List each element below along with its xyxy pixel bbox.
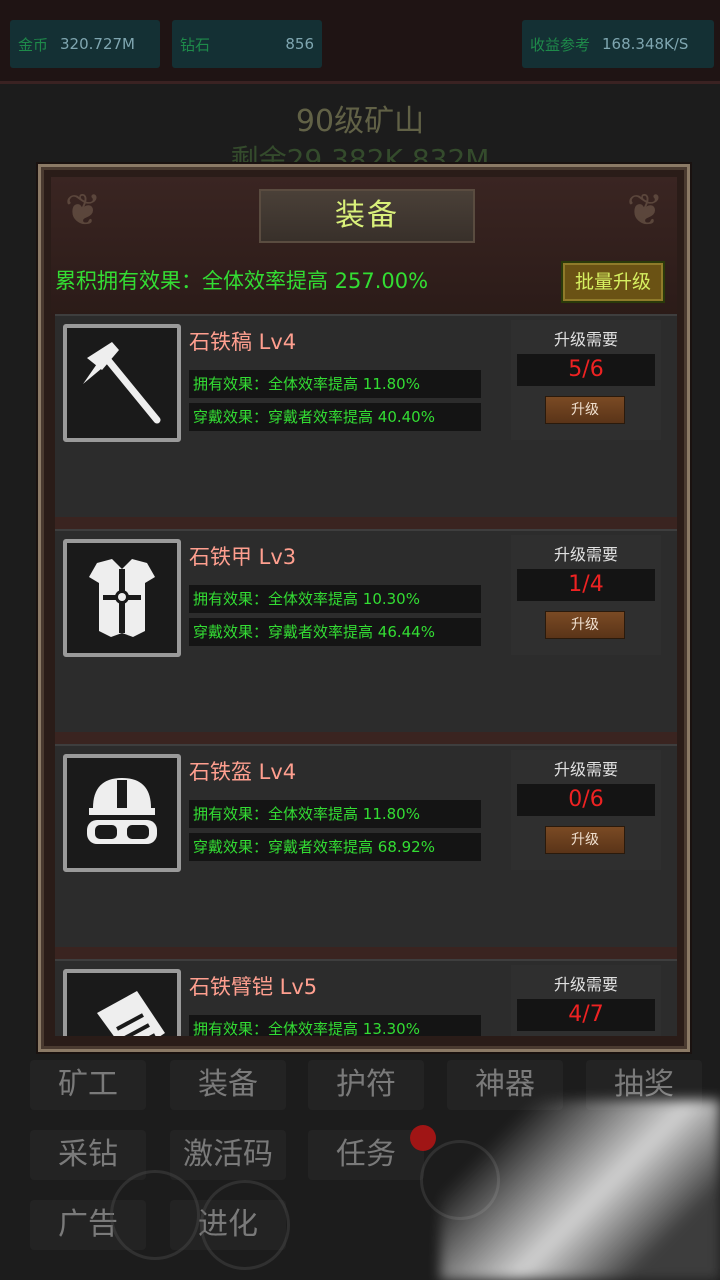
equipment-name: 石铁臂铠 Lv5 [189,975,318,999]
own-effect: 拥有效果：全体效率提高 11.80% [189,370,481,398]
armor-icon [63,539,181,657]
helmet-icon [63,754,181,872]
wear-effect: 穿戴效果：穿戴者效率提高 68.92% [189,833,481,861]
equipment-card: 石铁臂铠 Lv5 拥有效果：全体效率提高 13.30% 升级需要 4/7 [55,959,677,1036]
gold-label: 金币 [18,35,49,54]
menu-tasks-button[interactable]: 任务 [308,1130,424,1180]
card-divider [55,947,677,959]
diamond-counter: 钻石 856 [172,20,322,68]
upgrade-requirement-value: 5/6 [517,354,655,386]
equipment-name: 石铁甲 Lv3 [189,545,297,569]
equipment-card: 石铁甲 Lv3 拥有效果：全体效率提高 10.30% 穿戴效果：穿戴者效率提高 … [55,529,677,734]
diamond-label: 钻石 [180,35,211,54]
income-value: 168.348K/S [602,35,689,53]
equipment-card: 石铁稿 Lv4 拥有效果：全体效率提高 11.80% 穿戴效果：穿戴者效率提高 … [55,314,677,519]
miner-avatar-decoration [200,1180,290,1270]
miner-avatar-decoration [110,1170,200,1260]
diamond-value: 856 [285,35,314,53]
menu-miner-button[interactable]: 矿工 [30,1060,146,1110]
upgrade-button[interactable]: 升级 [545,826,625,854]
own-effect: 拥有效果：全体效率提高 13.30% [189,1015,481,1036]
equipment-card: 石铁盔 Lv4 拥有效果：全体效率提高 11.80% 穿戴效果：穿戴者效率提高 … [55,744,677,949]
upgrade-requirement-label: 升级需要 [553,760,618,779]
income-counter: 收益参考 168.348K/S [522,20,714,68]
wear-effect: 穿戴效果：穿戴者效率提高 40.40% [189,403,481,431]
menu-amulet-button[interactable]: 护符 [308,1060,424,1110]
pickaxe-icon [63,324,181,442]
upgrade-requirement-label: 升级需要 [553,975,618,994]
corner-ornament-icon: ❦ [626,185,664,236]
cumulative-effect: 累积拥有效果：全体效率提高 257.00% [55,269,429,293]
equipment-name: 石铁盔 Lv4 [189,760,297,784]
upgrade-requirement-value: 4/7 [517,999,655,1031]
equipment-list[interactable]: 石铁稿 Lv4 拥有效果：全体效率提高 11.80% 穿戴效果：穿戴者效率提高 … [55,314,677,1036]
menu-activation-code-button[interactable]: 激活码 [170,1130,286,1180]
card-divider [55,732,677,744]
income-label: 收益参考 [530,35,591,54]
own-effect: 拥有效果：全体效率提高 11.80% [189,800,481,828]
dialog-title: 装备 [259,189,475,243]
upgrade-requirement-value: 0/6 [517,784,655,816]
upgrade-requirement-value: 1/4 [517,569,655,601]
gold-counter: 金币 320.727M [10,20,160,68]
equipment-dialog: ❦ ❦ 装备 累积拥有效果：全体效率提高 257.00% 批量升级 石铁稿 Lv… [38,164,690,1052]
upgrade-requirement-label: 升级需要 [553,330,618,349]
screen-glare [440,1100,720,1280]
equipment-name: 石铁稿 Lv4 [189,330,297,354]
own-effect: 拥有效果：全体效率提高 10.30% [189,585,481,613]
resource-bar: 金币 320.727M 钻石 856 收益参考 168.348K/S [0,0,720,84]
card-divider [55,517,677,529]
wear-effect: 穿戴效果：穿戴者效率提高 46.44% [189,618,481,646]
notification-dot [410,1125,436,1151]
upgrade-button[interactable]: 升级 [545,396,625,424]
menu-diamond-mining-button[interactable]: 采钻 [30,1130,146,1180]
batch-upgrade-button[interactable]: 批量升级 [561,261,665,303]
menu-equipment-button[interactable]: 装备 [170,1060,286,1110]
upgrade-button[interactable]: 升级 [545,611,625,639]
gold-value: 320.727M [60,35,135,53]
upgrade-requirement-label: 升级需要 [553,545,618,564]
corner-ornament-icon: ❦ [64,185,102,236]
gauntlet-icon [63,969,181,1036]
mine-name: 90级矿山 [295,104,425,139]
